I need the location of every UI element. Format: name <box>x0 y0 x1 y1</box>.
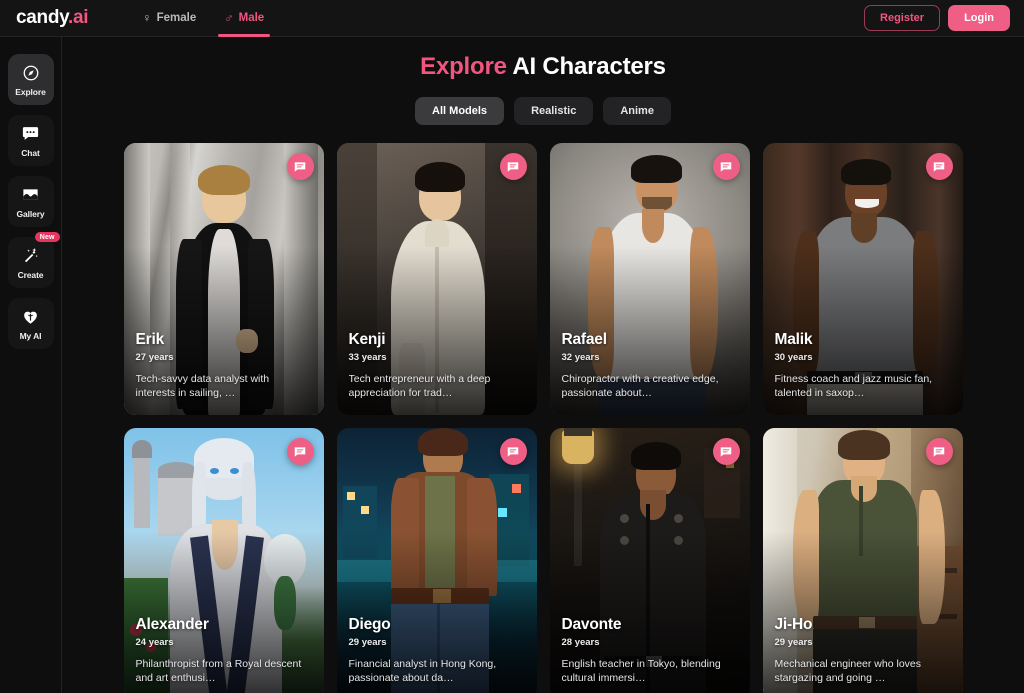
card-info: Rafael 32 years Chiropractor with a crea… <box>562 331 738 400</box>
chat-badge-button[interactable] <box>286 438 314 465</box>
filter-pill-group: All Models Realistic Anime <box>62 97 1024 125</box>
female-icon: ♀ <box>142 10 152 25</box>
sidebar-item-chat[interactable]: Chat <box>7 115 54 166</box>
top-navigation-bar: candy.ai ♀ Female ♂ Male Register Login <box>0 0 1024 37</box>
page-title-accent: Explore <box>420 53 507 80</box>
gender-tab-group: ♀ Female ♂ Male <box>128 0 278 37</box>
sidebar-item-my-ai[interactable]: My AI <box>7 298 54 349</box>
chat-bubble-icon <box>720 446 732 457</box>
character-description: Financial analyst in Hong Kong, passiona… <box>348 658 497 684</box>
filter-anime[interactable]: Anime <box>603 97 671 125</box>
character-description: Chiropractor with a creative edge, passi… <box>561 373 719 399</box>
chat-bubble-icon <box>933 161 945 172</box>
character-name: Rafael <box>561 331 608 348</box>
chat-bubble-icon <box>294 446 306 457</box>
sidebar-item-gallery-label: Gallery <box>16 208 45 219</box>
character-age: 29 years <box>348 637 387 648</box>
chat-badge-button[interactable] <box>925 438 953 465</box>
card-info: Diego 29 years Financial analyst in Hong… <box>349 616 525 685</box>
character-description: Fitness coach and jazz music fan, talent… <box>774 373 933 399</box>
sidebar-item-explore[interactable]: Explore <box>7 54 54 105</box>
card-info: Davonte 28 years English teacher in Toky… <box>562 616 738 685</box>
character-age: 28 years <box>561 637 600 648</box>
character-age: 32 years <box>561 352 600 363</box>
auth-button-group: Register Login <box>864 5 1010 31</box>
brand-logo[interactable]: candy.ai <box>16 7 89 29</box>
filter-all-models[interactable]: All Models <box>415 97 505 125</box>
character-name: Malik <box>774 331 813 348</box>
chat-badge-button[interactable] <box>712 438 740 465</box>
sidebar-item-create-label: Create <box>17 269 44 280</box>
chat-bubble-icon <box>21 124 41 144</box>
character-card[interactable]: Rafael 32 years Chiropractor with a crea… <box>549 143 750 415</box>
character-age: 30 years <box>774 352 813 363</box>
sidebar-item-gallery[interactable]: Gallery <box>7 176 54 227</box>
heart-icon <box>21 307 41 327</box>
character-name: Alexander <box>135 616 209 633</box>
tab-female-label: Female <box>156 12 197 24</box>
character-name: Kenji <box>348 331 386 348</box>
character-age: 27 years <box>135 352 174 363</box>
sidebar-item-my-ai-label: My AI <box>19 330 42 341</box>
brand-name: candy <box>16 7 69 28</box>
card-info: Kenji 33 years Tech entrepreneur with a … <box>349 331 525 400</box>
character-card[interactable]: Davonte 28 years English teacher in Toky… <box>549 428 750 693</box>
character-name: Davonte <box>561 616 622 633</box>
character-card-grid: Erik 27 years Tech-savvy data analyst wi… <box>62 143 1024 693</box>
chat-badge-button[interactable] <box>925 153 953 180</box>
tab-male[interactable]: ♂ Male <box>210 0 278 37</box>
tab-female[interactable]: ♀ Female <box>128 0 210 37</box>
character-description: Tech-savvy data analyst with interests i… <box>135 373 270 399</box>
magic-wand-icon <box>21 246 41 266</box>
character-description: English teacher in Tokyo, blending cultu… <box>561 658 721 684</box>
card-info: Erik 27 years Tech-savvy data analyst wi… <box>136 331 312 400</box>
sidebar-item-chat-label: Chat <box>21 147 40 158</box>
character-name: Diego <box>348 616 391 633</box>
chat-bubble-icon <box>720 161 732 172</box>
brand-suffix: .ai <box>68 7 89 28</box>
tab-male-label: Male <box>238 12 265 24</box>
chat-badge-button[interactable] <box>499 438 527 465</box>
gallery-image-icon <box>21 185 41 205</box>
character-name: Erik <box>135 331 165 348</box>
chat-badge-button[interactable] <box>712 153 740 180</box>
chat-bubble-icon <box>507 446 519 457</box>
chat-badge-button[interactable] <box>499 153 527 180</box>
main-content: Explore AI Characters All Models Realist… <box>62 37 1024 693</box>
compass-icon <box>21 63 41 83</box>
register-button[interactable]: Register <box>864 5 941 31</box>
left-sidebar: Explore Chat Gallery New Create My AI <box>0 37 62 693</box>
chat-badge-button[interactable] <box>286 153 314 180</box>
new-badge: New <box>34 232 60 242</box>
character-age: 24 years <box>135 637 174 648</box>
character-card[interactable]: Erik 27 years Tech-savvy data analyst wi… <box>123 143 324 415</box>
card-info: Ji-Ho 29 years Mechanical engineer who l… <box>775 616 951 685</box>
character-description: Tech entrepreneur with a deep appreciati… <box>348 373 491 399</box>
filter-realistic[interactable]: Realistic <box>514 97 594 125</box>
character-description: Philanthropist from a Royal descent and … <box>135 658 302 684</box>
chat-bubble-icon <box>294 161 306 172</box>
male-icon: ♂ <box>224 10 234 25</box>
character-age: 33 years <box>348 352 387 363</box>
sidebar-item-explore-label: Explore <box>15 86 46 97</box>
character-name: Ji-Ho <box>774 616 813 633</box>
character-card[interactable]: Diego 29 years Financial analyst in Hong… <box>336 428 537 693</box>
login-button[interactable]: Login <box>948 5 1010 31</box>
character-card[interactable]: Ji-Ho 29 years Mechanical engineer who l… <box>762 428 963 693</box>
chat-bubble-icon <box>933 446 945 457</box>
page-title-rest: AI Characters <box>506 53 666 80</box>
character-card[interactable]: Kenji 33 years Tech entrepreneur with a … <box>336 143 537 415</box>
card-info: Malik 30 years Fitness coach and jazz mu… <box>775 331 951 400</box>
character-description: Mechanical engineer who loves stargazing… <box>774 658 922 684</box>
character-card[interactable]: Alexander 24 years Philanthropist from a… <box>123 428 324 693</box>
card-info: Alexander 24 years Philanthropist from a… <box>136 616 312 685</box>
character-card[interactable]: Malik 30 years Fitness coach and jazz mu… <box>762 143 963 415</box>
character-age: 29 years <box>774 637 813 648</box>
chat-bubble-icon <box>507 161 519 172</box>
page-title: Explore AI Characters <box>62 53 1024 81</box>
sidebar-item-create[interactable]: New Create <box>7 232 60 288</box>
